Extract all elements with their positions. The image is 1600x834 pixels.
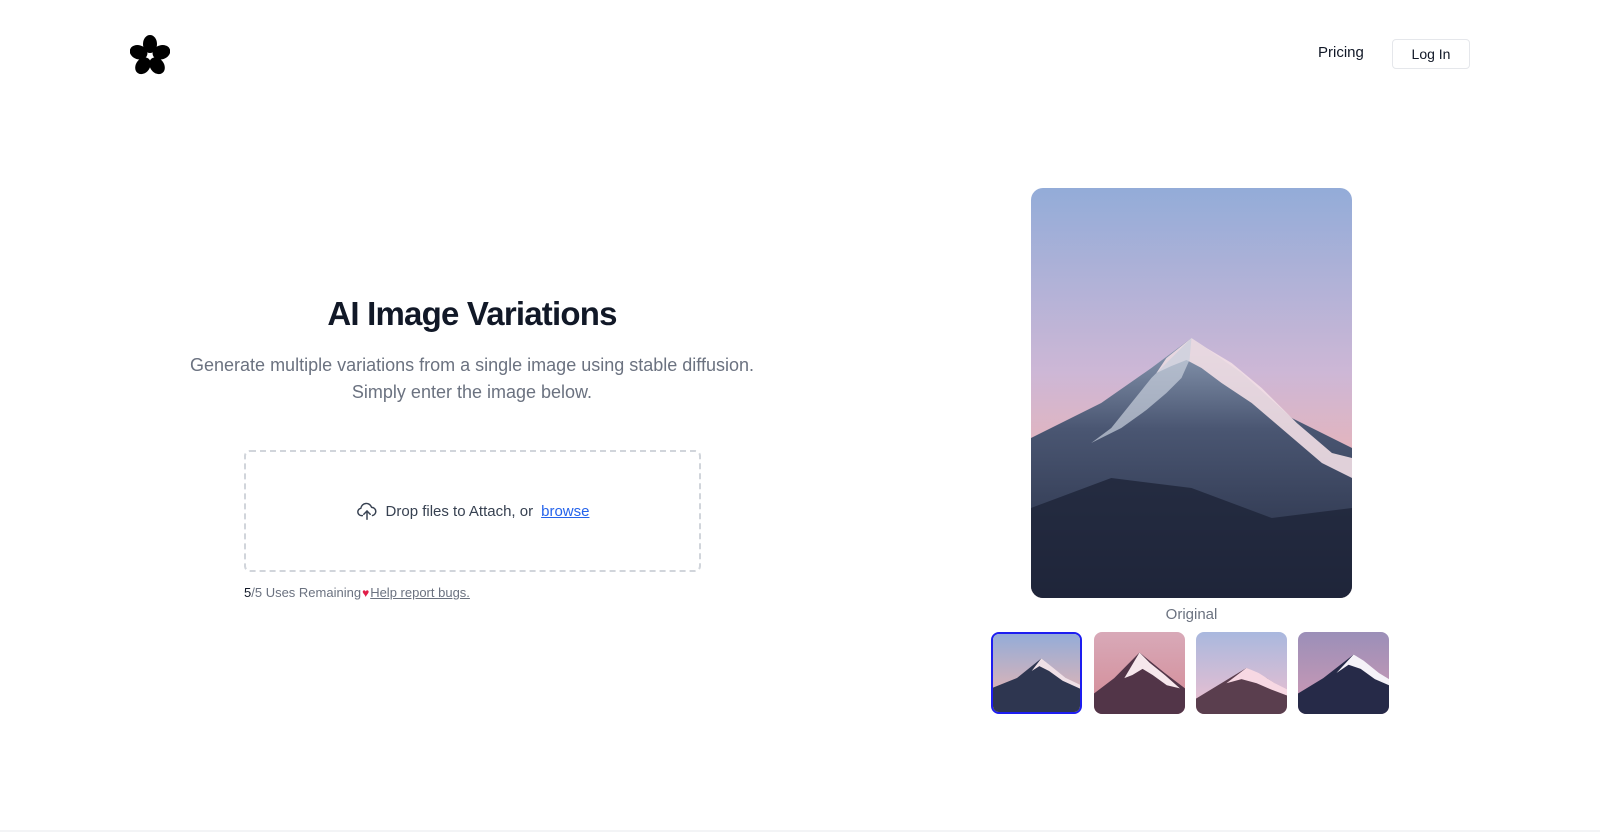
login-button[interactable]: Log In [1392, 39, 1470, 69]
subtitle-line-1: Generate multiple variations from a sing… [190, 355, 754, 375]
thumbnail-variation-1[interactable] [1094, 632, 1185, 714]
footer-divider [0, 830, 1600, 832]
report-bugs-link[interactable]: Help report bugs. [370, 585, 470, 600]
thumbnail-image [1196, 632, 1287, 714]
usage-status: 5 /5 Uses Remaining ♥ Help report bugs. [244, 585, 470, 600]
logo[interactable] [129, 35, 171, 75]
mountain-image [1031, 188, 1352, 598]
thumbnail-variation-2[interactable] [1196, 632, 1287, 714]
cloud-upload-icon [356, 502, 376, 520]
browse-link[interactable]: browse [541, 503, 589, 520]
page-subtitle: Generate multiple variations from a sing… [122, 352, 822, 406]
usage-count: 5 [244, 585, 252, 600]
thumbnail-image [1298, 632, 1389, 714]
usage-remaining-text: /5 Uses Remaining [251, 585, 362, 600]
subtitle-line-2: Simply enter the image below. [351, 382, 593, 402]
flower-logo-icon [129, 35, 171, 75]
nav-pricing-link[interactable]: Pricing [1318, 44, 1364, 61]
file-dropzone[interactable]: Drop files to Attach, or browse [244, 450, 701, 572]
thumbnail-image [993, 634, 1080, 712]
dropzone-text: Drop files to Attach, or [385, 502, 534, 520]
original-image-preview [1031, 188, 1352, 598]
thumbnail-variation-3[interactable] [1298, 632, 1389, 714]
page-title: AI Image Variations [327, 295, 617, 332]
dropzone-content: Drop files to Attach, or browse [356, 500, 589, 522]
thumbnail-original[interactable] [991, 632, 1082, 714]
heart-icon: ♥ [362, 585, 370, 600]
thumbnail-image [1094, 632, 1185, 714]
image-caption: Original [1165, 606, 1218, 623]
